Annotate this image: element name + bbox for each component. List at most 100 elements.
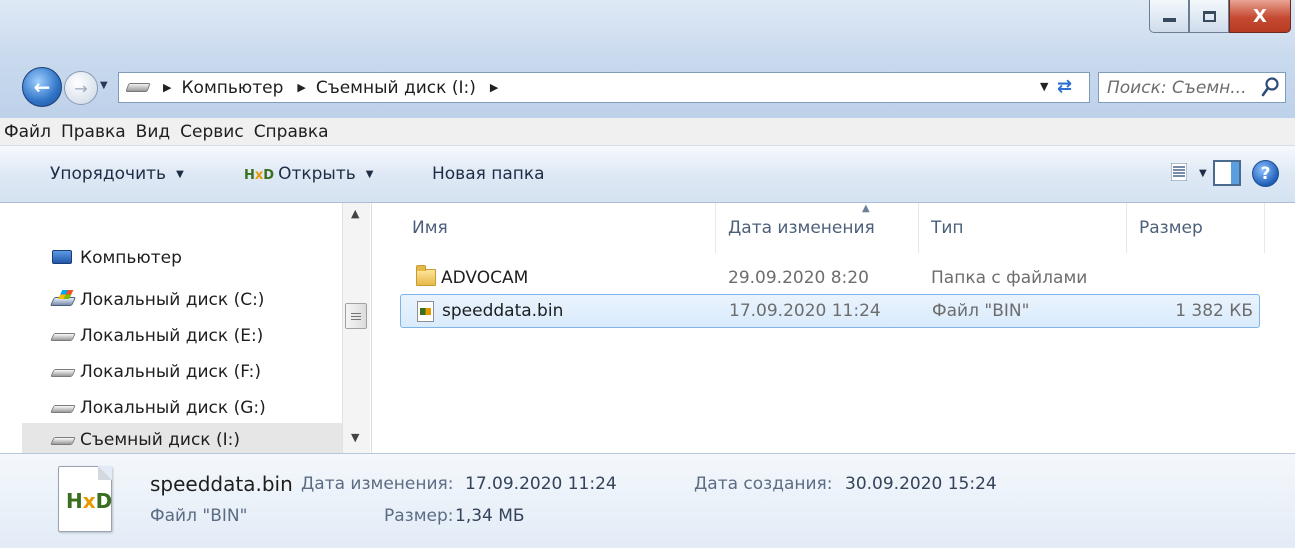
help-button[interactable]: ?: [1252, 160, 1279, 187]
drive-icon: [50, 405, 76, 413]
organize-label: Упорядочить: [50, 164, 167, 184]
nav-item-label: Локальный диск (C:): [80, 290, 265, 310]
close-button[interactable]: X: [1229, 0, 1291, 33]
recent-pages-dropdown[interactable]: ▼: [100, 80, 108, 91]
nav-item-computer[interactable]: Компьютер: [52, 241, 182, 275]
breadcrumb-chevron-icon[interactable]: ▶: [163, 81, 171, 94]
details-modified-value: 17.09.2020 11:24: [465, 474, 617, 494]
nav-item-label: Локальный диск (E:): [80, 326, 264, 346]
title-bar: X: [0, 0, 1295, 58]
menu-view[interactable]: Вид: [136, 122, 170, 142]
column-header-label: Размер: [1139, 218, 1203, 238]
organize-button[interactable]: Упорядочить ▼: [50, 164, 184, 184]
details-filename: speeddata.bin: [150, 472, 293, 496]
breadcrumb-chevron-icon[interactable]: ▶: [297, 81, 305, 94]
scroll-up-icon[interactable]: ▲: [351, 207, 359, 220]
new-folder-label: Новая папка: [432, 164, 545, 184]
search-box[interactable]: Поиск: Съемн...: [1098, 72, 1286, 103]
computer-icon: [52, 250, 72, 264]
column-header-label: Дата изменения: [728, 218, 875, 238]
file-type: Файл "BIN": [932, 301, 1030, 321]
help-icon: ?: [1260, 163, 1271, 184]
breadcrumb-removable-disk[interactable]: Съемный диск (I:): [316, 78, 476, 98]
drive-icon: [50, 369, 76, 377]
hxd-logo-icon: HxD: [66, 489, 113, 513]
menu-help[interactable]: Справка: [254, 122, 329, 142]
search-icon[interactable]: [1261, 76, 1281, 98]
hxd-logo-icon: HxD: [244, 168, 275, 183]
change-view-icon[interactable]: [1171, 163, 1187, 181]
folder-icon: [416, 265, 436, 286]
column-header-type[interactable]: Тип: [919, 203, 1127, 253]
dropdown-arrow-icon: ▼: [176, 168, 184, 180]
column-header-size[interactable]: Размер: [1127, 203, 1265, 253]
system-drive-icon: [49, 297, 77, 306]
menu-file[interactable]: Файл: [4, 122, 51, 142]
column-header-name[interactable]: Имя: [400, 203, 716, 253]
breadcrumb-computer[interactable]: Компьютер: [181, 78, 283, 98]
forward-arrow-icon: →: [74, 78, 88, 98]
navigation-pane: Компьютер Локальный диск (C:) Локальный …: [0, 203, 372, 457]
file-type: Папка с файлами: [931, 268, 1088, 288]
command-bar: Упорядочить ▼ HxD Открыть ▼ Новая папка ▼ ?: [0, 146, 1295, 203]
bin-file-icon: [417, 301, 434, 322]
drive-icon: [50, 333, 76, 341]
details-pane: HxD speeddata.bin Дата изменения: 17.09.…: [0, 453, 1295, 548]
nav-item-disk-f[interactable]: Локальный диск (F:): [50, 355, 262, 389]
file-name: ADVOCAM: [441, 268, 529, 288]
column-header-date[interactable]: Дата изменения: [716, 203, 919, 253]
breadcrumb-chevron-icon[interactable]: ▶: [490, 81, 498, 94]
scrollbar-thumb[interactable]: [345, 303, 367, 329]
address-bar[interactable]: ▶ Компьютер ▶ Съемный диск (I:) ▶: [118, 72, 1090, 103]
back-arrow-icon: ←: [33, 75, 51, 99]
details-size-label: Размер:: [384, 506, 454, 526]
file-date: 29.09.2020 8:20: [728, 268, 869, 288]
column-header-label: Имя: [412, 218, 448, 238]
nav-item-disk-g[interactable]: Локальный диск (G:): [50, 391, 266, 425]
minimize-button[interactable]: [1149, 0, 1189, 33]
change-view-dropdown[interactable]: ▼: [1199, 168, 1207, 179]
file-name: speeddata.bin: [442, 301, 564, 321]
address-row: ← → ▼ ▶ Компьютер ▶ Съемный диск (I:) ▶ …: [0, 58, 1295, 118]
scroll-down-icon[interactable]: ▼: [351, 431, 359, 444]
grip-icon: [351, 312, 361, 320]
details-modified-label: Дата изменения:: [301, 474, 454, 494]
nav-item-disk-e[interactable]: Локальный диск (E:): [50, 319, 264, 353]
drive-icon: [50, 437, 76, 445]
maximize-icon: [1202, 10, 1216, 22]
preview-pane-icon[interactable]: [1213, 160, 1241, 186]
menu-edit[interactable]: Правка: [61, 122, 126, 142]
address-history-dropdown[interactable]: ▼: [1040, 80, 1048, 93]
maximize-button[interactable]: [1189, 0, 1229, 33]
minimize-icon: [1162, 18, 1176, 22]
nav-item-label: Локальный диск (G:): [80, 398, 266, 418]
details-created-value: 30.09.2020 15:24: [845, 474, 997, 494]
file-date: 17.09.2020 11:24: [729, 301, 881, 321]
new-folder-button[interactable]: Новая папка: [432, 164, 545, 184]
file-size: 1 382 КБ: [1175, 301, 1253, 321]
menu-bar: Файл Правка Вид Сервис Справка: [0, 118, 1295, 146]
file-list: ▲ Имя Дата изменения Тип Размер ADVOCAM …: [373, 203, 1295, 453]
navigation-scrollbar[interactable]: ▲ ▼: [342, 203, 370, 453]
dropdown-arrow-icon: ▼: [365, 168, 374, 180]
close-icon: X: [1253, 5, 1267, 27]
back-button[interactable]: ←: [22, 67, 62, 107]
details-size-value: 1,34 МБ: [455, 506, 525, 526]
nav-item-disk-c[interactable]: Локальный диск (C:): [49, 283, 265, 317]
refresh-icon[interactable]: ⇄: [1057, 76, 1072, 97]
file-row-speeddata[interactable]: speeddata.bin 17.09.2020 11:24 Файл "BIN…: [400, 294, 1260, 328]
file-thumbnail-icon: HxD: [58, 466, 112, 532]
open-button[interactable]: HxD Открыть ▼: [244, 164, 373, 184]
drive-icon: [125, 83, 151, 92]
window-controls: X: [1149, 0, 1291, 33]
search-input[interactable]: Поиск: Съемн...: [1107, 78, 1257, 98]
details-type: Файл "BIN": [150, 506, 248, 526]
nav-item-removable-disk-i[interactable]: Съемный диск (I:): [22, 423, 350, 457]
menu-tools[interactable]: Сервис: [180, 122, 244, 142]
nav-item-label: Компьютер: [80, 248, 182, 268]
forward-button[interactable]: →: [64, 71, 98, 105]
nav-item-label: Съемный диск (I:): [80, 430, 240, 450]
column-header-label: Тип: [931, 218, 964, 238]
nav-item-label: Локальный диск (F:): [80, 362, 262, 382]
file-row-advocam[interactable]: ADVOCAM 29.09.2020 8:20 Папка с файлами: [400, 261, 1260, 295]
